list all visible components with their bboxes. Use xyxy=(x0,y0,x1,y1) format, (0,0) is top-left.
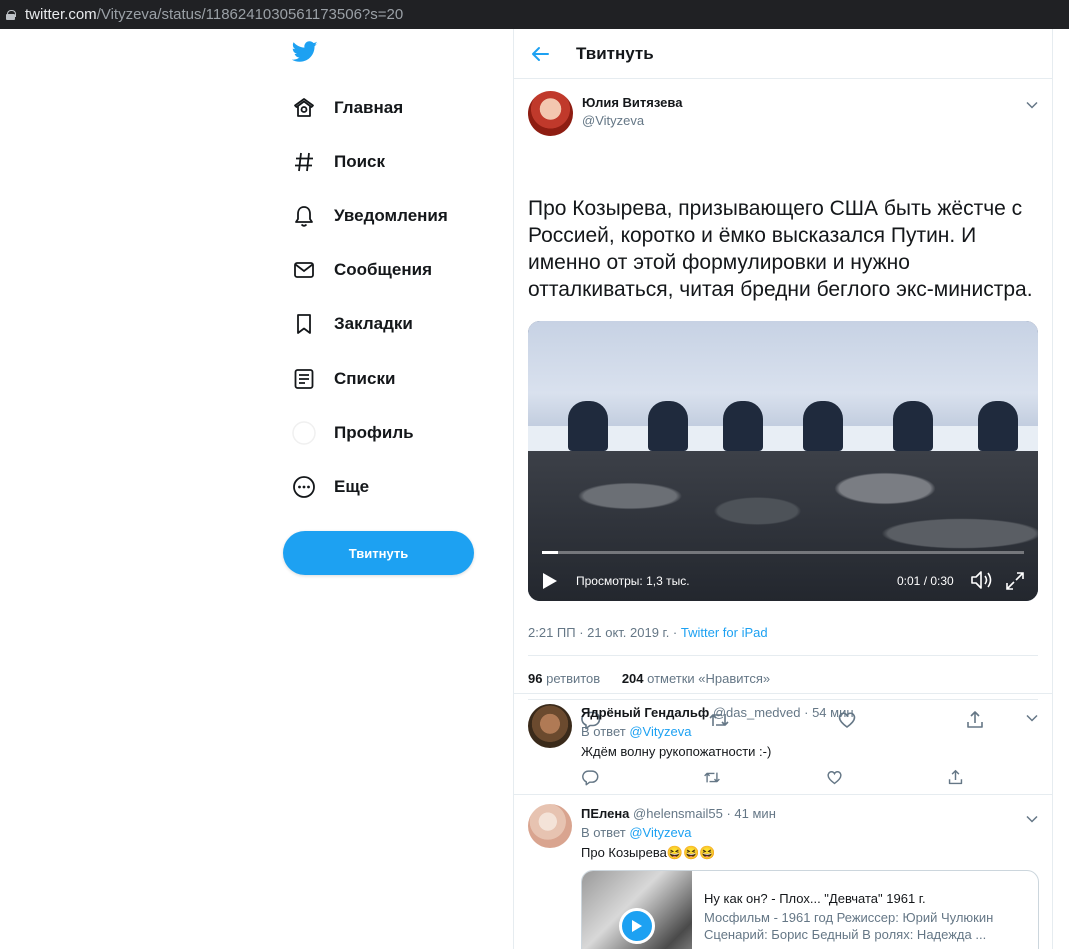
nav-item-label: Уведомления xyxy=(334,206,448,225)
reply-header: ПЕлена @helensmail55 · 41 мин xyxy=(581,806,776,821)
video-frame-figure xyxy=(723,401,763,451)
author-name[interactable]: Юлия Витязева xyxy=(582,95,682,110)
nav-item-label: Сообщения xyxy=(334,260,432,279)
retweets-label: ретвитов xyxy=(546,671,601,686)
volume-icon[interactable] xyxy=(970,570,994,590)
chevron-down-icon[interactable] xyxy=(1026,96,1038,109)
likes-count: 204 xyxy=(621,671,644,686)
video-views: Просмотры: 1,3 тыс. xyxy=(576,574,690,588)
reply-to-label: В ответ xyxy=(581,724,626,739)
likes-stat[interactable]: 204 отметки «Нравится» xyxy=(622,671,770,686)
nav-item-lists[interactable]: Списки xyxy=(283,359,395,399)
reply-to-label: В ответ xyxy=(581,825,626,840)
profile-icon xyxy=(291,420,317,446)
video-time: 0:01 / 0:30 xyxy=(897,574,954,588)
address-bar[interactable]: twitter.com/Vityzeva/status/118624103056… xyxy=(0,0,1069,29)
reply-time[interactable]: · 41 мин xyxy=(726,806,775,821)
reply-tweet[interactable]: ПЕлена @helensmail55 · 41 мин В ответ @V… xyxy=(514,794,1052,949)
play-icon[interactable] xyxy=(542,572,558,590)
fullscreen-icon[interactable] xyxy=(1004,570,1026,592)
tweet-source-link[interactable]: Twitter for iPad xyxy=(681,625,768,640)
mail-icon xyxy=(291,257,317,283)
nav-item-messages[interactable]: Сообщения xyxy=(283,250,432,290)
url-path: /Vityzeva/status/1186241030561173506?s=2… xyxy=(96,6,404,23)
nav-item-label: Поиск xyxy=(334,152,386,171)
reply-author-handle[interactable]: @das_medved xyxy=(713,705,801,720)
reply-to-link[interactable]: @Vityzeva xyxy=(629,724,691,739)
chevron-down-icon[interactable] xyxy=(1026,709,1038,722)
back-arrow-icon[interactable] xyxy=(531,43,553,65)
home-icon xyxy=(291,95,317,121)
tweet-button[interactable]: Твитнуть xyxy=(283,531,474,575)
reply-to: В ответ @Vityzeva xyxy=(581,825,691,840)
play-icon[interactable] xyxy=(619,908,655,944)
nav-item-notifications[interactable]: Уведомления xyxy=(283,196,448,236)
video-frame-figure xyxy=(978,401,1018,451)
reply-actions xyxy=(581,768,981,788)
divider xyxy=(528,655,1038,656)
twitter-logo-icon[interactable] xyxy=(291,41,318,63)
url-host: twitter.com xyxy=(25,6,97,23)
nav-item-bookmarks[interactable]: Закладки xyxy=(283,304,413,344)
nav-item-more[interactable]: Еще xyxy=(283,467,369,507)
reply-avatar[interactable] xyxy=(528,704,572,748)
reply-time[interactable]: · 54 мин xyxy=(804,705,853,720)
nav-item-search[interactable]: Поиск xyxy=(283,142,385,182)
reply-header: Ядрёный Гендальф @das_medved · 54 мин xyxy=(581,705,854,720)
nav-item-label: Профиль xyxy=(334,423,414,442)
video-frame-figure xyxy=(893,401,933,451)
video-frame-figure xyxy=(803,401,843,451)
hashtag-icon xyxy=(291,149,317,175)
bell-icon xyxy=(291,203,317,229)
retweets-count: 96 xyxy=(528,671,543,686)
retweets-stat[interactable]: 96 ретвитов xyxy=(528,671,600,686)
like-icon[interactable] xyxy=(825,768,843,786)
retweet-icon[interactable] xyxy=(703,768,721,786)
reply-to-link[interactable]: @Vityzeva xyxy=(629,825,691,840)
page-title: Твитнуть xyxy=(576,43,654,63)
reply-author-name[interactable]: ПЕлена xyxy=(581,806,629,821)
chevron-down-icon[interactable] xyxy=(1026,810,1038,823)
main-column: Твитнуть Юлия Витязева @Vityzeva Про Коз… xyxy=(513,29,1053,949)
reply-tweet[interactable]: Ядрёный Гендальф @das_medved · 54 мин В … xyxy=(514,693,1052,794)
author-handle[interactable]: @Vityzeva xyxy=(582,113,682,128)
more-icon xyxy=(291,474,317,500)
nav-item-home[interactable]: Главная xyxy=(283,88,403,128)
nav-item-label: Главная xyxy=(334,98,404,117)
tweet-timestamp[interactable]: 2:21 ПП · 21 окт. 2019 г. · xyxy=(528,625,681,640)
share-icon[interactable] xyxy=(946,768,964,786)
list-icon xyxy=(291,366,317,392)
author-info[interactable]: Юлия Витязева @Vityzeva xyxy=(582,95,682,128)
card-title: Ну как он? - Плох... "Девчата" 1961 г. xyxy=(704,891,926,906)
video-player[interactable]: Просмотры: 1,3 тыс. 0:01 / 0:30 xyxy=(528,321,1038,601)
link-card[interactable]: Ну как он? - Плох... "Девчата" 1961 г. М… xyxy=(581,870,1039,949)
video-frame-figure xyxy=(648,401,688,451)
reply-to: В ответ @Vityzeva xyxy=(581,724,691,739)
tweet-text: Про Козырева, призывающего США быть жёст… xyxy=(528,197,1033,301)
tweet-stats: 96 ретвитов 204 отметки «Нравится» xyxy=(528,671,770,686)
likes-label: отметки «Нравится» xyxy=(647,671,771,686)
nav-item-label: Еще xyxy=(334,477,370,496)
reply-text: Ждём волну рукопожатности :-) xyxy=(581,744,772,759)
page-header: Твитнуть xyxy=(514,29,1052,79)
video-progress-bar[interactable] xyxy=(542,551,1024,554)
video-frame-figure xyxy=(568,401,608,451)
reply-text: Про Козырева😆😆😆 xyxy=(581,845,716,860)
tweet-meta: 2:21 ПП · 21 окт. 2019 г. · Twitter for … xyxy=(528,625,768,640)
nav-item-label: Закладки xyxy=(334,314,413,333)
reply-avatar[interactable] xyxy=(528,804,572,848)
bookmark-icon xyxy=(291,311,317,337)
author-avatar[interactable] xyxy=(528,91,573,136)
reply-author-handle[interactable]: @helensmail55 xyxy=(633,806,723,821)
nav-item-profile[interactable]: Профиль xyxy=(283,413,414,453)
lock-icon xyxy=(6,9,16,20)
reply-icon[interactable] xyxy=(581,768,599,786)
reply-author-name[interactable]: Ядрёный Гендальф xyxy=(581,705,709,720)
url-text[interactable]: twitter.com/Vityzeva/status/118624103056… xyxy=(25,6,403,23)
nav-item-label: Списки xyxy=(334,369,396,388)
card-description: Мосфильм - 1961 год Режиссер: Юрий Чулюк… xyxy=(704,910,994,942)
video-progress-fill xyxy=(542,551,558,554)
